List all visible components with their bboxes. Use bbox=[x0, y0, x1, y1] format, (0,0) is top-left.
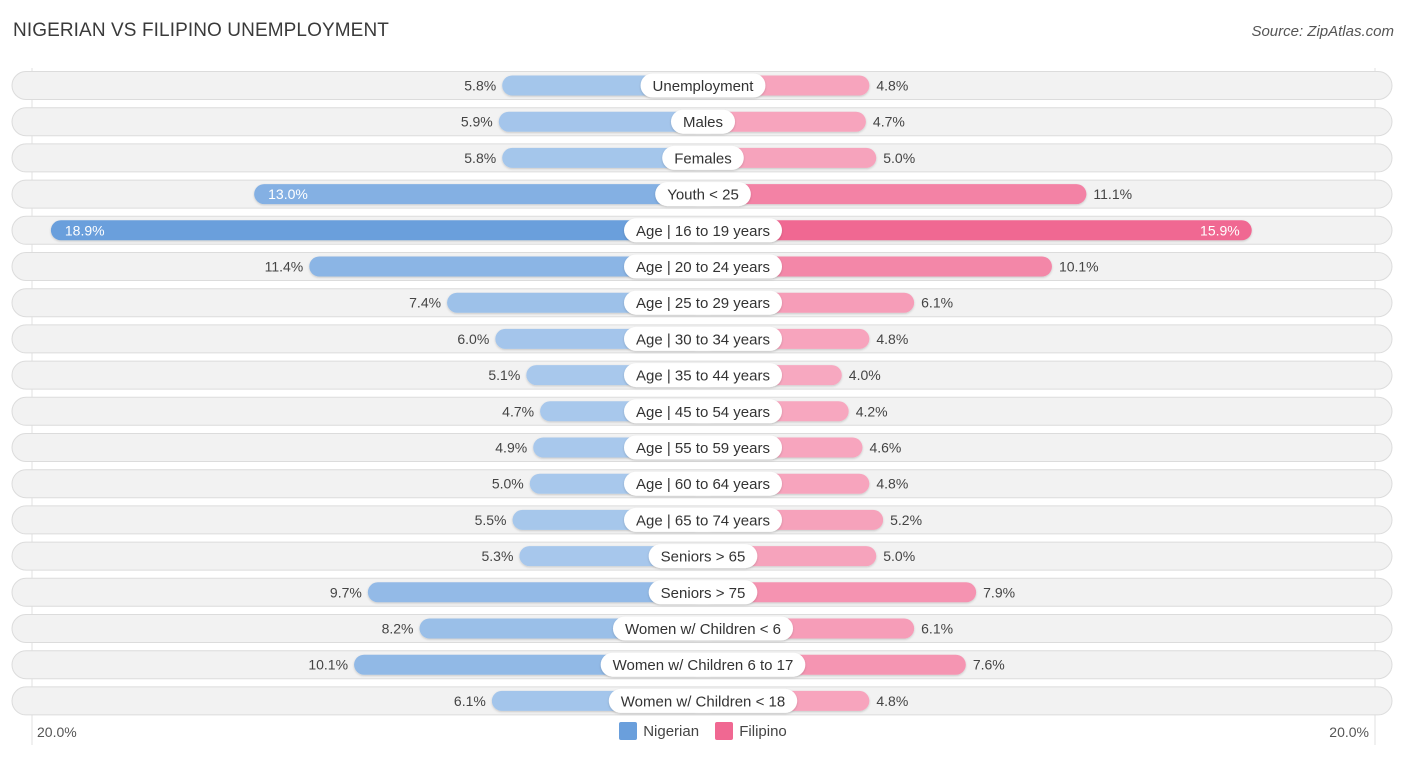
category-label: Age | 65 to 74 years bbox=[636, 512, 770, 529]
chart-row: 13.0% 11.1% Youth < 25 bbox=[11, 179, 1393, 209]
legend-item-nigerian[interactable]: Nigerian bbox=[619, 722, 699, 740]
value-label-nigerian: 13.0% bbox=[268, 186, 308, 202]
category-label: Unemployment bbox=[653, 78, 755, 95]
category-label: Age | 25 to 29 years bbox=[636, 295, 770, 312]
value-label-nigerian: 9.7% bbox=[330, 584, 362, 600]
chart-row: 10.1% 7.6% Women w/ Children 6 to 17 bbox=[11, 650, 1393, 680]
chart-row: 5.0% 4.8% Age | 60 to 64 years bbox=[11, 469, 1393, 499]
category-label: Seniors > 65 bbox=[661, 549, 746, 566]
value-label-nigerian: 5.1% bbox=[488, 367, 520, 383]
category-label: Age | 45 to 54 years bbox=[636, 404, 770, 421]
value-label-nigerian: 8.2% bbox=[382, 621, 414, 637]
legend-item-filipino[interactable]: Filipino bbox=[715, 722, 787, 740]
value-label-filipino: 4.8% bbox=[876, 331, 908, 347]
value-label-filipino: 4.8% bbox=[876, 693, 908, 709]
value-label-filipino: 6.1% bbox=[921, 621, 953, 637]
value-label-filipino: 15.9% bbox=[1200, 222, 1240, 238]
value-label-filipino: 7.9% bbox=[983, 584, 1015, 600]
value-label-nigerian: 6.0% bbox=[457, 331, 489, 347]
chart-row: 6.0% 4.8% Age | 30 to 34 years bbox=[11, 324, 1393, 354]
value-label-filipino: 5.2% bbox=[890, 512, 922, 528]
value-label-filipino: 5.0% bbox=[883, 548, 915, 564]
category-label: Age | 16 to 19 years bbox=[636, 223, 770, 240]
category-label: Males bbox=[683, 114, 723, 131]
bar-filipino[interactable] bbox=[703, 220, 1252, 241]
category-label: Age | 30 to 34 years bbox=[636, 331, 770, 348]
value-label-nigerian: 11.4% bbox=[265, 259, 304, 275]
chart-row: 5.8% 5.0% Females bbox=[11, 143, 1393, 173]
category-label: Women w/ Children < 18 bbox=[621, 693, 785, 710]
category-label: Women w/ Children 6 to 17 bbox=[613, 657, 794, 674]
value-label-nigerian: 18.9% bbox=[65, 222, 105, 238]
chart-row: 11.4% 10.1% Age | 20 to 24 years bbox=[11, 252, 1393, 281]
value-label-filipino: 5.0% bbox=[883, 150, 915, 166]
legend-swatch-filipino bbox=[715, 722, 734, 740]
value-label-nigerian: 4.7% bbox=[502, 403, 534, 419]
legend-label-filipino: Filipino bbox=[739, 722, 787, 740]
chart-row: 5.9% 4.7% Males bbox=[11, 107, 1393, 137]
bar-filipino[interactable] bbox=[703, 184, 1087, 205]
value-label-nigerian: 5.3% bbox=[481, 548, 513, 564]
chart-canvas: 5.8% 4.8% Unemployment 5.9% 4.7% Males 5.8% 5.0… bbox=[11, 68, 1393, 745]
category-label: Age | 35 to 44 years bbox=[636, 368, 770, 385]
category-label: Seniors > 75 bbox=[661, 585, 746, 602]
chart-row: 6.1% 4.8% Women w/ Children < 18 bbox=[11, 686, 1393, 716]
value-label-filipino: 4.2% bbox=[856, 403, 888, 419]
chart-row: 7.4% 6.1% Age | 25 to 29 years bbox=[11, 288, 1393, 318]
value-label-nigerian: 5.9% bbox=[461, 114, 493, 130]
category-label: Age | 20 to 24 years bbox=[636, 259, 770, 276]
bar-nigerian[interactable] bbox=[50, 220, 703, 241]
chart-row: 9.7% 7.9% Seniors > 75 bbox=[11, 577, 1393, 607]
value-label-nigerian: 7.4% bbox=[409, 295, 441, 311]
legend-swatch-nigerian bbox=[619, 722, 638, 740]
value-label-filipino: 4.6% bbox=[869, 440, 901, 456]
chart-row: 5.1% 4.0% Age | 35 to 44 years bbox=[11, 360, 1393, 390]
chart-row: 18.9% 15.9% Age | 16 to 19 years bbox=[11, 215, 1393, 245]
chart-row: 5.8% 4.8% Unemployment bbox=[11, 71, 1393, 100]
value-label-filipino: 7.6% bbox=[973, 657, 1005, 673]
chart-row: 5.3% 5.0% Seniors > 65 bbox=[11, 541, 1393, 571]
value-label-nigerian: 5.8% bbox=[464, 150, 496, 166]
value-label-nigerian: 5.8% bbox=[464, 78, 496, 94]
chart-row: 5.5% 5.2% Age | 65 to 74 years bbox=[11, 505, 1393, 535]
category-label: Age | 55 to 59 years bbox=[636, 440, 770, 457]
chart-row: 8.2% 6.1% Women w/ Children < 6 bbox=[11, 614, 1393, 643]
category-label: Youth < 25 bbox=[667, 187, 739, 204]
chart-row: 4.7% 4.2% Age | 45 to 54 years bbox=[11, 396, 1393, 426]
legend-label-nigerian: Nigerian bbox=[643, 722, 700, 740]
legend: Nigerian Filipino bbox=[0, 722, 1406, 744]
value-label-nigerian: 5.5% bbox=[475, 512, 507, 528]
value-label-nigerian: 6.1% bbox=[454, 693, 486, 709]
chart-row: 4.9% 4.6% Age | 55 to 59 years bbox=[11, 433, 1393, 462]
value-label-filipino: 4.8% bbox=[876, 78, 908, 94]
value-label-filipino: 4.7% bbox=[873, 114, 905, 130]
value-label-filipino: 10.1% bbox=[1059, 259, 1099, 275]
value-label-filipino: 4.8% bbox=[876, 476, 908, 492]
value-label-nigerian: 10.1% bbox=[308, 657, 348, 673]
category-label: Females bbox=[674, 150, 732, 167]
value-label-filipino: 4.0% bbox=[849, 367, 881, 383]
value-label-filipino: 6.1% bbox=[921, 295, 953, 311]
value-label-nigerian: 4.9% bbox=[495, 440, 527, 456]
value-label-filipino: 11.1% bbox=[1093, 186, 1132, 202]
category-label: Women w/ Children < 6 bbox=[625, 621, 781, 638]
category-label: Age | 60 to 64 years bbox=[636, 476, 770, 493]
value-label-nigerian: 5.0% bbox=[492, 476, 524, 492]
bar-nigerian[interactable] bbox=[254, 184, 703, 205]
